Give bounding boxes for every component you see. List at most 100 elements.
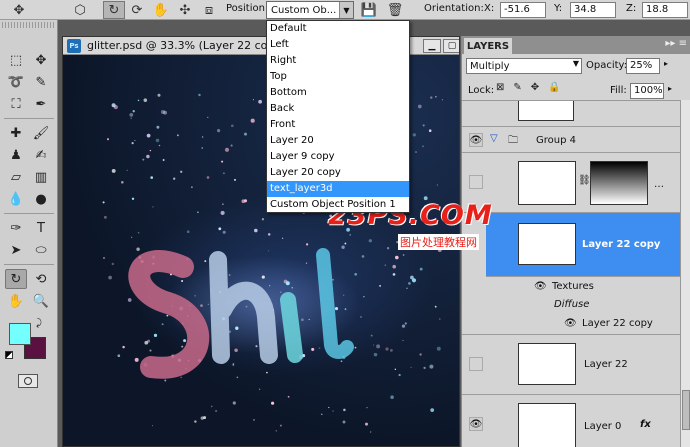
position-option[interactable]: Default (267, 21, 409, 37)
visibility-toggle[interactable] (469, 357, 483, 371)
3d-orbit-tool-icon[interactable]: ⟲ (30, 269, 52, 289)
sparkle (423, 366, 426, 370)
sparkle (255, 345, 258, 348)
quick-select-tool-icon[interactable]: ✎ (30, 72, 52, 92)
3d-scale-icon[interactable]: ⧈ (199, 1, 219, 19)
eye-icon[interactable]: 👁 (534, 281, 547, 292)
scrollbar-thumb[interactable] (682, 390, 690, 430)
position-option[interactable]: Layer 9 copy (267, 149, 409, 165)
chevron-down-icon[interactable]: ▼ (339, 2, 353, 18)
history-brush-tool-icon[interactable]: ✍ (30, 145, 52, 165)
3d-roll-icon[interactable]: ⟳ (127, 1, 147, 19)
zoom-tool-icon[interactable]: 🔍 (30, 291, 52, 311)
sparkle (412, 133, 416, 137)
sparkle (398, 373, 401, 377)
3d-tool-preset-icon[interactable]: ✥ (4, 1, 34, 19)
marquee-tool-icon[interactable]: ⬚ (5, 50, 27, 70)
delete-position-icon[interactable]: 🗑 (386, 1, 404, 19)
position-option[interactable]: Layer 20 (267, 133, 409, 149)
minimize-icon[interactable]: ▁ (423, 39, 441, 53)
sparkle (183, 339, 187, 343)
gradient-tool-icon[interactable]: ▥ (30, 167, 52, 187)
layer-row[interactable]: 👁 Layer 0 fx (462, 395, 680, 447)
3d-rotate-icon[interactable]: ↻ (103, 1, 125, 19)
texture-item-row[interactable]: 👁 Layer 22 copy (462, 315, 680, 335)
position-select[interactable]: Custom Ob... ▼ (266, 1, 354, 19)
save-position-icon[interactable]: 💾 (360, 1, 378, 19)
3d-drag-icon[interactable]: ✋ (151, 1, 171, 19)
type-tool-icon[interactable]: T (30, 218, 52, 238)
blend-mode-select[interactable]: Multiply ▼ (466, 58, 582, 74)
lock-all-icon[interactable]: 🔒 (548, 82, 560, 93)
position-option[interactable]: Layer 20 copy (267, 165, 409, 181)
chevron-down-icon[interactable]: ▽ (490, 133, 498, 144)
position-option[interactable]: Custom Object Position 1 (267, 197, 409, 213)
3d-object-icon[interactable]: ⬡ (70, 1, 90, 19)
healing-brush-tool-icon[interactable]: ✚ (5, 123, 27, 143)
eye-icon[interactable]: 👁 (469, 417, 483, 431)
maximize-icon[interactable]: ▢ (443, 39, 459, 53)
move-tool-icon[interactable]: ✥ (30, 50, 52, 70)
lasso-tool-icon[interactable]: ➰ (5, 72, 27, 92)
dodge-tool-icon[interactable]: ● (30, 189, 52, 209)
opacity-field[interactable]: 25% (626, 58, 660, 74)
layer-row-partial[interactable] (462, 101, 680, 127)
sparkle (428, 129, 432, 132)
sparkle (166, 314, 169, 317)
lock-transparency-icon[interactable]: ⊠ (496, 82, 504, 93)
layer-row[interactable]: Layer 22 (462, 335, 680, 395)
position-option[interactable]: text_layer3d (267, 181, 409, 197)
fill-slider-icon[interactable]: ▸ (668, 84, 672, 93)
opacity-slider-icon[interactable]: ▸ (664, 59, 668, 68)
layers-tab[interactable]: LAYERS (464, 38, 512, 54)
group-row[interactable]: 👁 ▽ 🗀 Group 4 (462, 127, 680, 153)
quick-mask-button[interactable] (18, 374, 38, 388)
chevron-down-icon[interactable]: ▼ (573, 59, 579, 68)
sparkle (157, 93, 161, 97)
sparkle (190, 186, 193, 189)
sparkle (435, 96, 437, 98)
layers-scrollbar[interactable] (680, 100, 690, 447)
position-option[interactable]: Bottom (267, 85, 409, 101)
pen-tool-icon[interactable]: ✑ (5, 218, 27, 238)
foreground-color-swatch[interactable] (9, 323, 31, 345)
eyedropper-tool-icon[interactable]: ✒ (30, 94, 52, 114)
sparkle (373, 352, 378, 357)
eye-icon[interactable]: 👁 (469, 133, 483, 147)
sparkle (181, 345, 184, 348)
eraser-tool-icon[interactable]: ▱ (5, 167, 27, 187)
eye-icon[interactable]: 👁 (564, 318, 577, 329)
clone-stamp-tool-icon[interactable]: ♟ (5, 145, 27, 165)
hand-tool-icon[interactable]: ✋ (5, 291, 27, 311)
position-option[interactable]: Right (267, 53, 409, 69)
fill-field[interactable]: 100% (630, 83, 664, 99)
document-window-controls: ▁ ▢ (423, 39, 459, 53)
fx-icon[interactable]: fx (640, 419, 651, 430)
position-option[interactable]: Back (267, 101, 409, 117)
diffuse-row: Diffuse (462, 297, 680, 315)
lock-position-icon[interactable]: ✥ (531, 82, 539, 93)
3d-slide-icon[interactable]: ✣ (175, 1, 195, 19)
z-field[interactable]: 18.8 (642, 2, 688, 18)
tools-grip[interactable] (2, 22, 56, 28)
mask-thumbnail (590, 161, 648, 205)
brush-tool-icon[interactable]: 🖌 (30, 123, 52, 143)
sparkle (390, 395, 394, 399)
position-option[interactable]: Front (267, 117, 409, 133)
visibility-toggle[interactable] (469, 175, 483, 189)
position-option[interactable]: Left (267, 37, 409, 53)
y-field[interactable]: 34.8 (570, 2, 616, 18)
textures-row[interactable]: 👁 Textures (462, 277, 680, 297)
default-colors-icon[interactable] (5, 351, 13, 359)
panel-menu-icon[interactable]: ▸▸ ≡ (665, 38, 687, 49)
path-selection-tool-icon[interactable]: ➤ (5, 240, 27, 260)
lock-pixels-icon[interactable]: ✎ (513, 82, 521, 93)
swap-colors-icon[interactable]: ⤸ (36, 318, 42, 329)
shape-tool-icon[interactable]: ⬭ (30, 240, 52, 260)
x-field[interactable]: -51.6 (500, 2, 546, 18)
blur-tool-icon[interactable]: 💧 (5, 189, 27, 209)
position-option[interactable]: Top (267, 69, 409, 85)
3d-rotate-tool-icon[interactable]: ↻ (5, 269, 27, 289)
sparkle (173, 177, 176, 180)
crop-tool-icon[interactable]: ⛶ (5, 94, 27, 114)
